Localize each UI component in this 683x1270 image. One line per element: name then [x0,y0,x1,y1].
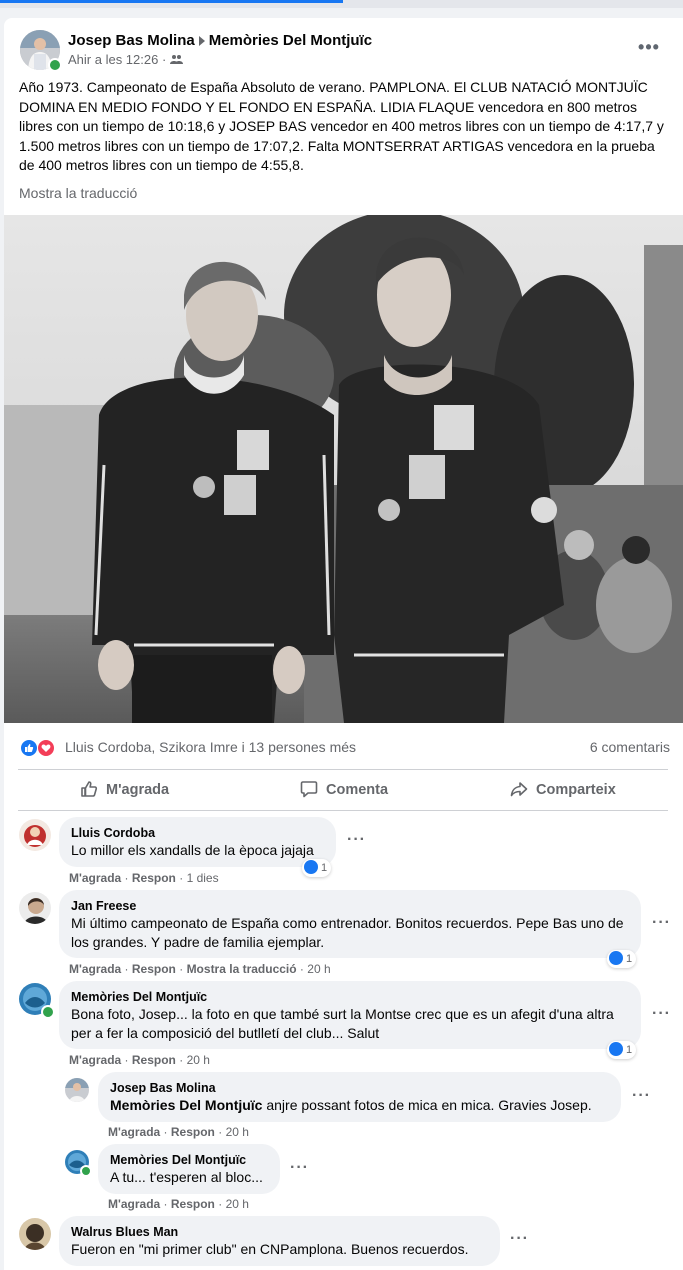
comment-reply-link[interactable]: Respon [132,1053,176,1067]
commenter-name[interactable]: Lluis Cordoba [71,825,324,841]
commenter-name[interactable]: Walrus Blues Man [71,1224,488,1240]
comment-like-link[interactable]: M'agrada [69,962,121,976]
comment-time[interactable]: 20 h [226,1125,249,1139]
post-card: Josep Bas Molina Memòries Del Montjuïc Ah… [4,18,683,1270]
loading-progress [0,0,343,3]
post-meta: Ahir a les 12:26 · [68,52,183,67]
comment-time[interactable]: 20 h [187,1053,210,1067]
comment-actions: M'agrada · Respon · 1 dies [69,871,219,885]
comment-options-icon[interactable]: ··· [510,1230,529,1248]
post-author-line: Josep Bas Molina Memòries Del Montjuïc [68,32,372,49]
reply-text-body: anjre possant fotos de mica en mica. Gra… [262,1097,592,1113]
post-photo[interactable] [4,215,683,723]
top-loading-bar [0,0,683,8]
comment-bubble: Lluis Cordoba Lo millor els xandalls de … [59,817,336,867]
comment-text: Fueron en "mi primer club" en CNPamplona… [71,1241,469,1257]
thumbs-up-icon [81,781,98,797]
like-reaction-icon [20,739,38,757]
comment-reply-link[interactable]: Respon [132,962,176,976]
post-text: Año 1973. Campeonato de España Absoluto … [19,79,664,173]
reply-avatar[interactable] [65,1078,89,1102]
like-button[interactable]: M'agrada [80,770,169,810]
online-indicator [48,58,62,72]
commenter-avatar[interactable] [19,819,51,851]
comment-text: Mi último campeonato de España como entr… [71,915,624,950]
comment-button-label: Comenta [326,782,389,798]
like-count: 1 [626,1044,633,1056]
comment-button[interactable]: Comenta [300,770,388,810]
comment-like-count[interactable]: 1 [607,1041,637,1059]
translate-link[interactable]: Mostra la traducció [19,185,137,201]
comment-time[interactable]: 1 dies [187,871,219,885]
comment-translate-link[interactable]: Mostra la traducció [187,962,297,976]
share-button[interactable]: Comparteix [510,770,616,810]
comment-actions: M'agrada · Respon · Mostra la traducció … [69,962,331,976]
comment-text: Bona foto, Josep... la foto en que també… [71,1006,614,1041]
comment-bubble: Jan Freese Mi último campeonato de Españ… [59,890,641,958]
comment-time[interactable]: 20 h [307,962,330,976]
like-badge-icon [609,1042,623,1057]
comment-reply-link[interactable]: Respon [132,871,176,885]
reply-actions: M'agrada · Respon · 20 h [108,1197,249,1211]
like-badge-icon [304,860,318,875]
comment-options-icon[interactable]: ··· [290,1159,309,1177]
reply-text: A tu... t'esperen al bloc... [110,1169,263,1185]
action-bar: M'agrada Comenta Comparteix [18,769,668,811]
comment-actions: M'agrada · Respon · 20 h [69,1053,210,1067]
reply-bubble: Memòries Del Montjuïc A tu... t'esperen … [98,1144,280,1194]
comments-count[interactable]: 6 comentaris [590,739,670,755]
comment-text: Lo millor els xandalls de la època jajaj… [71,842,314,858]
commenter-name[interactable]: Jan Freese [71,898,629,914]
comment-icon [300,781,318,798]
group-name[interactable]: Memòries Del Montjuïc [209,32,372,49]
reactions-row: Lluis Cordoba, Szikora Imre i 13 persone… [20,738,670,758]
post-options-icon[interactable]: ••• [634,38,664,60]
comment-like-link[interactable]: M'agrada [69,1053,121,1067]
comment-reply-link[interactable]: Respon [171,1197,215,1211]
reply-bubble: Josep Bas Molina Memòries Del Montjuïc a… [98,1072,621,1122]
post-header: Josep Bas Molina Memòries Del Montjuïc Ah… [4,18,683,76]
comment-options-icon[interactable]: ··· [632,1087,651,1105]
like-badge-icon [609,951,623,966]
author-name[interactable]: Josep Bas Molina [68,32,195,49]
group-icon [169,55,183,64]
love-reaction-icon [37,739,55,757]
reply-text: Memòries Del Montjuïc anjre possant foto… [110,1096,609,1115]
comment-like-link[interactable]: M'agrada [69,871,121,885]
commenter-avatar[interactable] [19,892,51,924]
reaction-icons[interactable] [20,738,60,758]
arrow-right-icon [198,36,205,47]
mention-tag[interactable]: Memòries Del Montjuïc [110,1097,262,1113]
comment-like-link[interactable]: M'agrada [108,1125,160,1139]
reaction-names[interactable]: Lluis Cordoba, Szikora Imre i 13 persone… [65,739,356,755]
comment-reply-link[interactable]: Respon [171,1125,215,1139]
commenter-avatar[interactable] [19,1218,51,1250]
comment-bubble: Walrus Blues Man Fueron en "mi primer cl… [59,1216,500,1266]
commenter-name[interactable]: Memòries Del Montjuïc [110,1152,268,1168]
online-indicator [41,1005,55,1019]
online-indicator [80,1165,92,1177]
reply-actions: M'agrada · Respon · 20 h [108,1125,249,1139]
commenter-name[interactable]: Josep Bas Molina [110,1080,609,1096]
comment-time[interactable]: 20 h [226,1197,249,1211]
share-button-label: Comparteix [536,782,616,798]
comment-like-count[interactable]: 1 [607,950,637,968]
like-button-label: M'agrada [106,782,170,798]
comment-options-icon[interactable]: ··· [652,1005,671,1023]
post-timestamp[interactable]: Ahir a les 12:26 [68,52,158,67]
like-count: 1 [626,953,633,965]
comment-bubble: Memòries Del Montjuïc Bona foto, Josep..… [59,981,641,1049]
comment-like-link[interactable]: M'agrada [108,1197,160,1211]
comment-options-icon[interactable]: ··· [347,831,366,849]
like-count: 1 [321,862,328,874]
commenter-name[interactable]: Memòries Del Montjuïc [71,989,629,1005]
comment-like-count[interactable]: 1 [302,859,332,877]
share-icon [510,782,528,797]
comment-options-icon[interactable]: ··· [652,914,671,932]
